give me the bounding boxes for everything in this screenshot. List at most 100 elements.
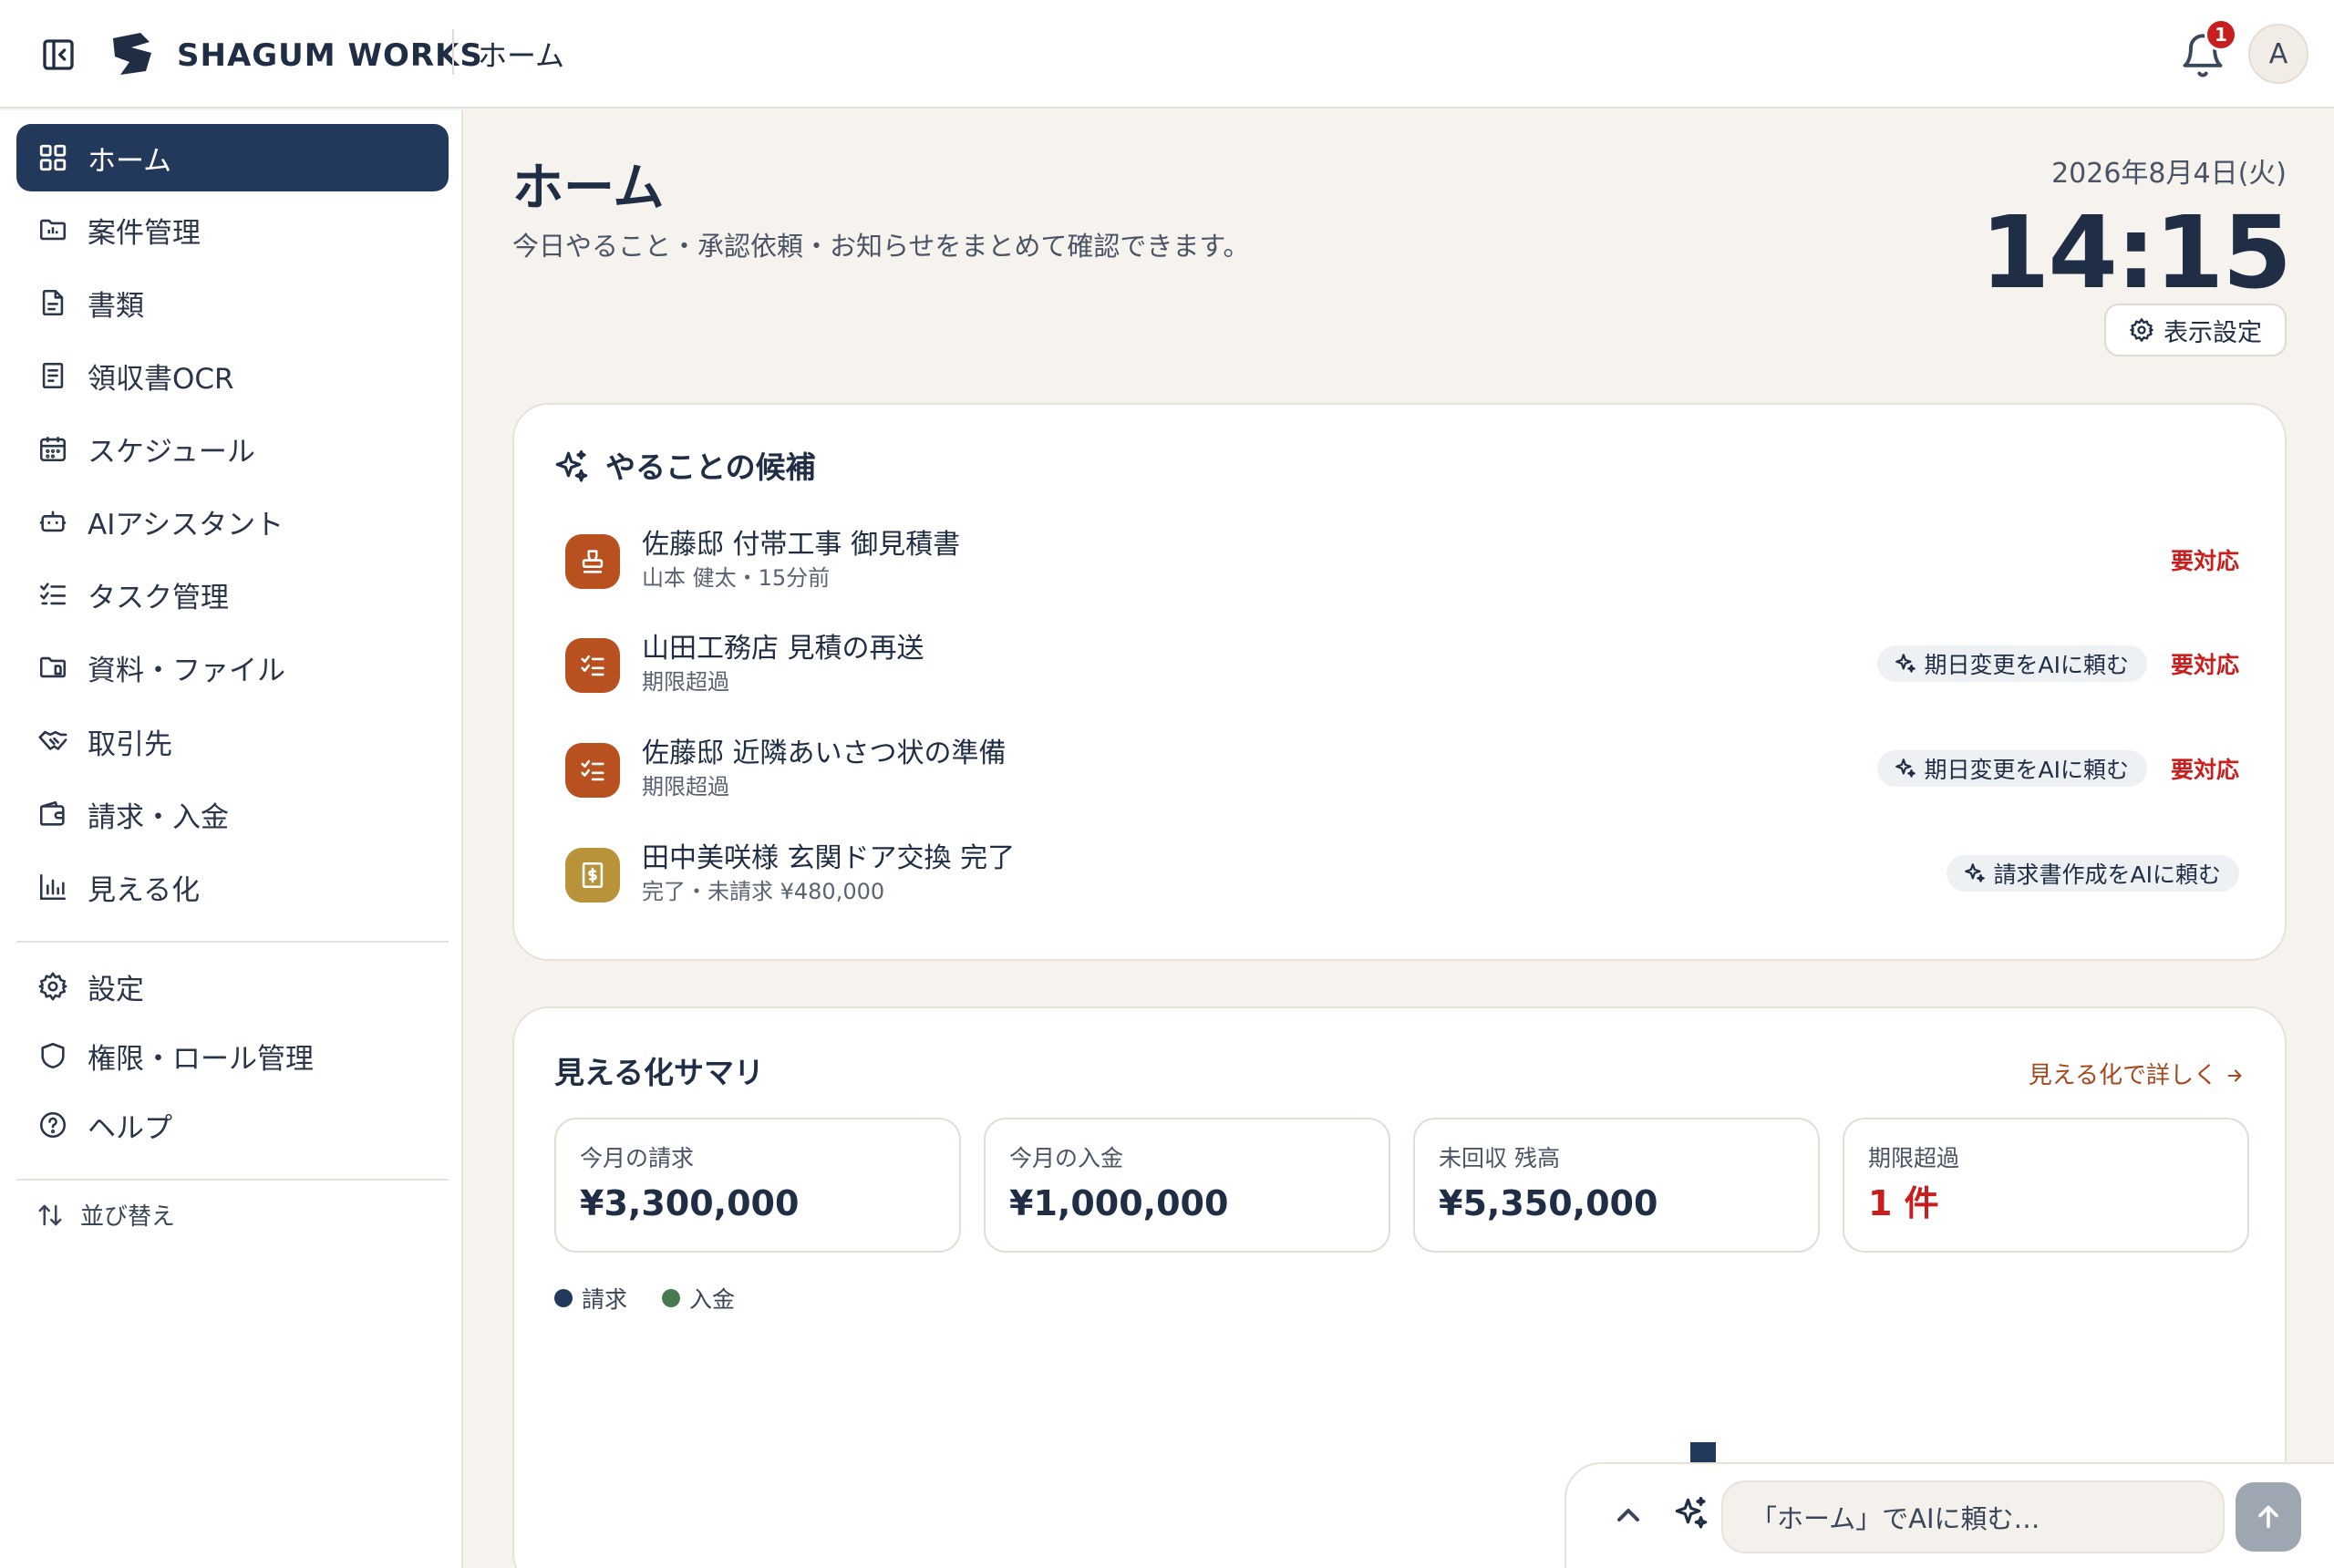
todo-card: やることの候補 佐藤邸 付帯工事 御見積書 山本 健太・15分前 要対応 山田工…	[512, 403, 2287, 961]
folder-chart-icon	[36, 213, 69, 246]
sidebar-item-billing[interactable]: 請求・入金	[16, 780, 449, 848]
sidebar-item-documents[interactable]: 書類	[16, 269, 449, 336]
sidebar-item-help[interactable]: ヘルプ	[16, 1091, 449, 1159]
gear-icon	[36, 970, 69, 1003]
sidebar-item-label: 請求・入金	[88, 800, 229, 834]
shield-icon	[36, 1039, 69, 1072]
legend-entry-billing: 請求	[554, 1282, 627, 1315]
sidebar-item-projects[interactable]: 案件管理	[16, 196, 449, 263]
sidebar-item-label: AIアシスタント	[88, 508, 284, 542]
status-badge: 要対応	[2170, 548, 2239, 574]
stamp-icon	[565, 534, 620, 589]
chart-legend: 請求 入金	[554, 1282, 769, 1315]
sidebar-item-analytics[interactable]: 見える化	[16, 853, 449, 921]
stat-value: ¥3,300,000	[580, 1183, 800, 1223]
sidebar-divider	[16, 941, 449, 943]
sidebar-item-home[interactable]: ホーム	[16, 124, 449, 191]
bar-chart-icon	[36, 871, 69, 903]
send-button[interactable]	[2236, 1482, 2301, 1552]
sidebar-item-clients[interactable]: 取引先	[16, 707, 449, 775]
sidebar-item-label: ホーム	[88, 144, 172, 178]
header-divider	[452, 29, 454, 75]
stat-value: ¥1,000,000	[1009, 1183, 1229, 1223]
brand-logo-icon	[113, 33, 151, 75]
stat-card-payments: 今月の入金 ¥1,000,000	[984, 1118, 1390, 1253]
ai-reschedule-button[interactable]: 期日変更をAIに頼む	[1876, 750, 2147, 787]
todo-item-meta: 完了・未請求 ¥480,000	[642, 879, 885, 904]
breadcrumb: ホーム	[478, 38, 565, 73]
todo-item-actions: 請求書作成をAIに頼む	[1946, 853, 2239, 893]
current-time: 14:15	[1979, 194, 2292, 311]
display-settings-button[interactable]: 表示設定	[2104, 304, 2287, 356]
todo-item-meta: 期限超過	[642, 669, 729, 695]
sidebar-item-label: 設定	[88, 973, 144, 1006]
receipt-icon	[36, 359, 69, 392]
sidebar-item-settings[interactable]: 設定	[16, 953, 449, 1020]
todo-item[interactable]: 山田工務店 見積の再送 期限超過 期日変更をAIに頼む 要対応	[565, 627, 2239, 709]
checklist-icon	[36, 578, 69, 611]
sidebar-item-label: タスク管理	[88, 581, 229, 614]
sidebar-item-receipt-ocr[interactable]: 領収書OCR	[16, 342, 449, 409]
sort-button[interactable]: 並び替え	[36, 1198, 175, 1232]
arrow-right-icon	[2227, 1069, 2242, 1082]
legend-dot	[554, 1289, 573, 1307]
notification-badge: 1	[2205, 18, 2237, 51]
sidebar-item-label: ヘルプ	[88, 1111, 172, 1145]
sparkle-icon	[1895, 758, 1916, 778]
top-bar: SHAGUM WORKS ホーム 1 A	[0, 0, 2334, 108]
todo-item-title: 山田工務店 見積の再送	[642, 633, 924, 665]
todo-item-meta: 山本 健太・15分前	[642, 565, 831, 591]
analytics-detail-link[interactable]: 見える化で詳しく	[2029, 1057, 2245, 1094]
sidebar-item-ai-assistant[interactable]: AIアシスタント	[16, 488, 449, 555]
sort-arrows-icon	[38, 1204, 62, 1225]
stat-card-billing: 今月の請求 ¥3,300,000	[554, 1118, 961, 1253]
sidebar-item-tasks[interactable]: タスク管理	[16, 561, 449, 628]
status-badge: 要対応	[2170, 652, 2239, 678]
sidebar-item-label: 案件管理	[88, 216, 201, 250]
stat-label: 未回収 残高	[1439, 1145, 1560, 1171]
sidebar-item-label: 書類	[88, 289, 144, 323]
todo-item[interactable]: 佐藤邸 近隣あいさつ状の準備 期限超過 期日変更をAIに頼む 要対応	[565, 732, 2239, 814]
ai-composer: 「ホーム」でAIに頼む…	[1565, 1462, 2334, 1568]
sidebar-item-label: 取引先	[88, 727, 172, 761]
stat-card-overdue: 期限超過 1 件	[1843, 1118, 2249, 1253]
checklist-icon	[565, 743, 620, 798]
ai-reschedule-button[interactable]: 期日変更をAIに頼む	[1876, 645, 2147, 682]
todo-item-actions: 期日変更をAIに頼む 要対応	[1876, 644, 2239, 684]
sidebar: ホーム 案件管理 書類 領収書OCR スケジュール AIアシスタント タスク管理…	[0, 110, 463, 1568]
status-badge: 要対応	[2170, 757, 2239, 783]
display-settings-label: 表示設定	[2164, 318, 2262, 347]
todo-card-title: やることの候補	[553, 447, 816, 489]
sidebar-item-label: スケジュール	[88, 435, 255, 469]
sidebar-collapse-button[interactable]	[36, 35, 80, 75]
chevron-up-icon[interactable]	[1610, 1497, 1647, 1533]
sidebar-item-schedule[interactable]: スケジュール	[16, 415, 449, 482]
brand-name: SHAGUM WORKS	[177, 37, 483, 74]
page-subtitle: 今日やること・承認依頼・お知らせをまとめて確認できます。	[512, 231, 1250, 262]
todo-item[interactable]: 田中美咲様 玄関ドア交換 完了 完了・未請求 ¥480,000 請求書作成をAI…	[565, 837, 2239, 919]
gear-icon	[2130, 318, 2153, 342]
current-date: 2026年8月4日(火)	[2051, 158, 2287, 190]
sidebar-item-label: 見える化	[88, 873, 201, 907]
todo-item-actions: 期日変更をAIに頼む 要対応	[1876, 748, 2239, 789]
todo-item[interactable]: 佐藤邸 付帯工事 御見積書 山本 健太・15分前 要対応	[565, 523, 2239, 605]
stat-value: ¥5,350,000	[1439, 1183, 1658, 1223]
stat-value: 1 件	[1868, 1183, 1939, 1223]
handshake-icon	[36, 725, 69, 758]
ai-create-invoice-button[interactable]: 請求書作成をAIに頼む	[1946, 855, 2239, 892]
legend-dot	[662, 1289, 681, 1307]
stat-label: 今月の請求	[580, 1145, 695, 1171]
page-title: ホーム	[512, 159, 665, 218]
todo-item-title: 佐藤邸 付帯工事 御見積書	[642, 529, 961, 561]
stat-label: 今月の入金	[1009, 1145, 1124, 1171]
checklist-icon	[565, 638, 620, 693]
help-icon	[36, 1109, 69, 1141]
user-avatar[interactable]: A	[2248, 24, 2308, 84]
legend-entry-payments: 入金	[662, 1282, 735, 1315]
ai-prompt-input[interactable]: 「ホーム」でAIに頼む…	[1721, 1480, 2225, 1553]
document-icon	[36, 286, 69, 319]
todo-item-actions: 要対応	[2171, 540, 2239, 580]
sidebar-item-files[interactable]: 資料・ファイル	[16, 634, 449, 701]
sidebar-item-permissions[interactable]: 権限・ロール管理	[16, 1022, 449, 1089]
wallet-icon	[36, 798, 69, 830]
